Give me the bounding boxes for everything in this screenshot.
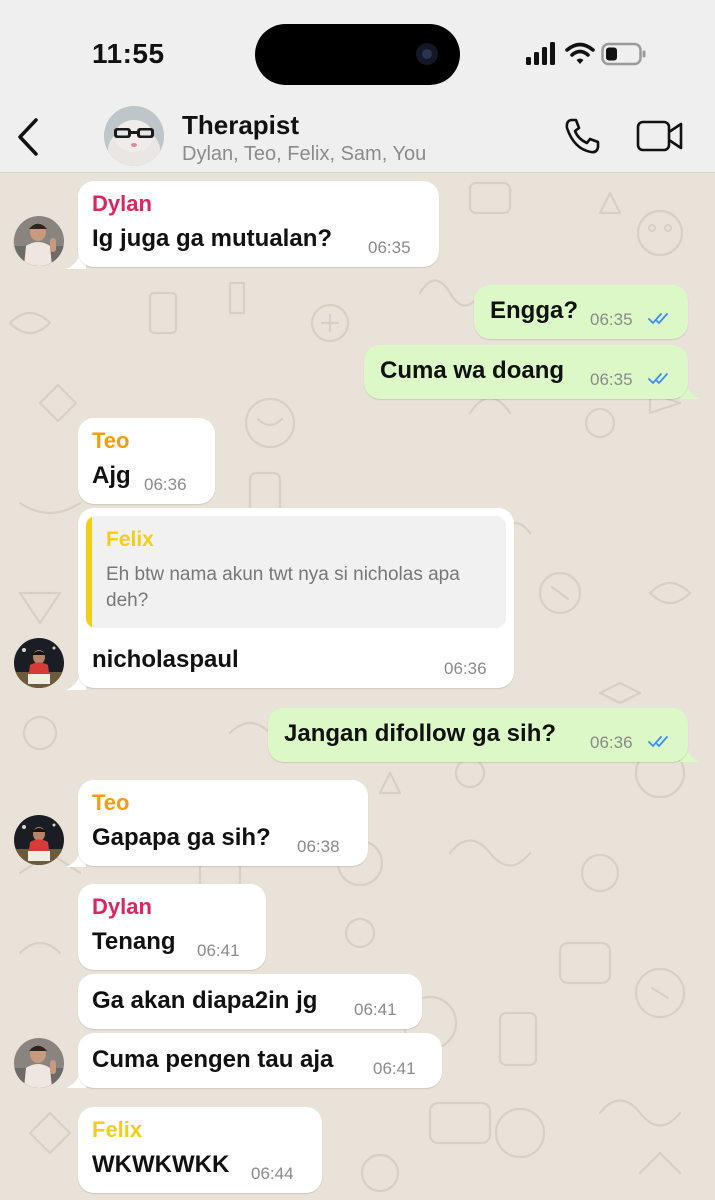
message-bubble[interactable]: Felix WKWKWKK 06:44 [78, 1107, 322, 1193]
sender-name[interactable]: Dylan [92, 191, 152, 217]
double-check-icon [648, 736, 668, 748]
message-time: 06:44 [251, 1164, 294, 1183]
message-bubble[interactable]: Ga akan diapa2in jg 06:41 [78, 974, 422, 1029]
message-time: 06:36 [144, 475, 187, 494]
sender-name[interactable]: Dylan [92, 894, 152, 920]
message-text: Ajg [92, 462, 131, 489]
sender-name[interactable]: Teo [92, 790, 129, 816]
group-avatar[interactable] [104, 106, 164, 166]
dylan-avatar[interactable] [14, 216, 64, 266]
sender-name[interactable]: Felix [92, 1117, 142, 1143]
message-time: 06:35 [590, 310, 633, 329]
message-text: Cuma wa doang [380, 357, 565, 384]
message-bubble[interactable]: Engga? 06:35 [474, 285, 688, 339]
quoted-text: Eh btw nama akun twt nya si nicholas apa… [106, 564, 460, 611]
message-time: 06:38 [297, 837, 340, 856]
message-time: 06:36 [444, 659, 487, 678]
double-check-icon [648, 313, 668, 325]
message-time: 06:41 [197, 941, 240, 960]
message-time: 06:41 [373, 1059, 416, 1078]
message-bubble[interactable]: Cuma wa doang 06:35 [364, 345, 688, 399]
phone-icon[interactable] [562, 116, 602, 156]
message-text: Jangan difollow ga sih? [284, 720, 557, 747]
teo-avatar[interactable] [14, 638, 64, 688]
wifi-icon [565, 42, 595, 64]
quote-bar [86, 516, 92, 628]
message-text: WKWKWKK [92, 1151, 230, 1178]
message-bubble[interactable]: Teo Gapapa ga sih? 06:38 [78, 780, 368, 866]
double-check-icon [648, 373, 668, 385]
chevron-left-icon[interactable] [12, 114, 46, 160]
message-time: 06:41 [354, 1000, 397, 1019]
chat-title[interactable]: Therapist [182, 110, 299, 141]
signal-icon [526, 42, 555, 65]
video-camera-icon[interactable] [636, 118, 684, 154]
sender-name[interactable]: Teo [92, 428, 129, 454]
message-text: Ig juga ga mutualan? [92, 225, 333, 252]
message-bubble[interactable]: Dylan Ig juga ga mutualan? 06:35 [78, 181, 439, 267]
dylan-avatar[interactable] [14, 1038, 64, 1088]
quoted-sender: Felix [106, 528, 154, 551]
message-text: Ga akan diapa2in jg [92, 987, 318, 1014]
message-bubble[interactable]: Teo Ajg 06:36 [78, 418, 215, 504]
battery-icon [601, 42, 646, 66]
message-text: Cuma pengen tau aja [92, 1046, 334, 1073]
teo-avatar[interactable] [14, 815, 64, 865]
message-bubble[interactable]: Felix Eh btw nama akun twt nya si nichol… [78, 508, 514, 688]
dynamic-island [255, 24, 460, 85]
chat-header: 11:55 Therapist Dylan, Teo, Felix, Sam, … [0, 0, 715, 173]
chat-members[interactable]: Dylan, Teo, Felix, Sam, You [182, 143, 426, 166]
message-time: 06:35 [590, 370, 633, 389]
message-text: Tenang [92, 928, 176, 955]
message-text: Gapapa ga sih? [92, 824, 271, 851]
message-bubble[interactable]: Dylan Tenang 06:41 [78, 884, 266, 970]
message-time: 06:35 [368, 238, 411, 257]
message-list[interactable]: Dylan Ig juga ga mutualan? 06:35 Engga? … [0, 173, 715, 1200]
message-bubble[interactable]: Cuma pengen tau aja 06:41 [78, 1033, 442, 1088]
status-time: 11:55 [92, 38, 165, 69]
quoted-message[interactable]: Felix Eh btw nama akun twt nya si nichol… [86, 516, 506, 628]
message-text: Engga? [490, 297, 578, 324]
message-bubble[interactable]: Jangan difollow ga sih? 06:36 [268, 708, 688, 762]
message-time: 06:36 [590, 733, 633, 752]
message-text: nicholaspaul [92, 646, 239, 673]
